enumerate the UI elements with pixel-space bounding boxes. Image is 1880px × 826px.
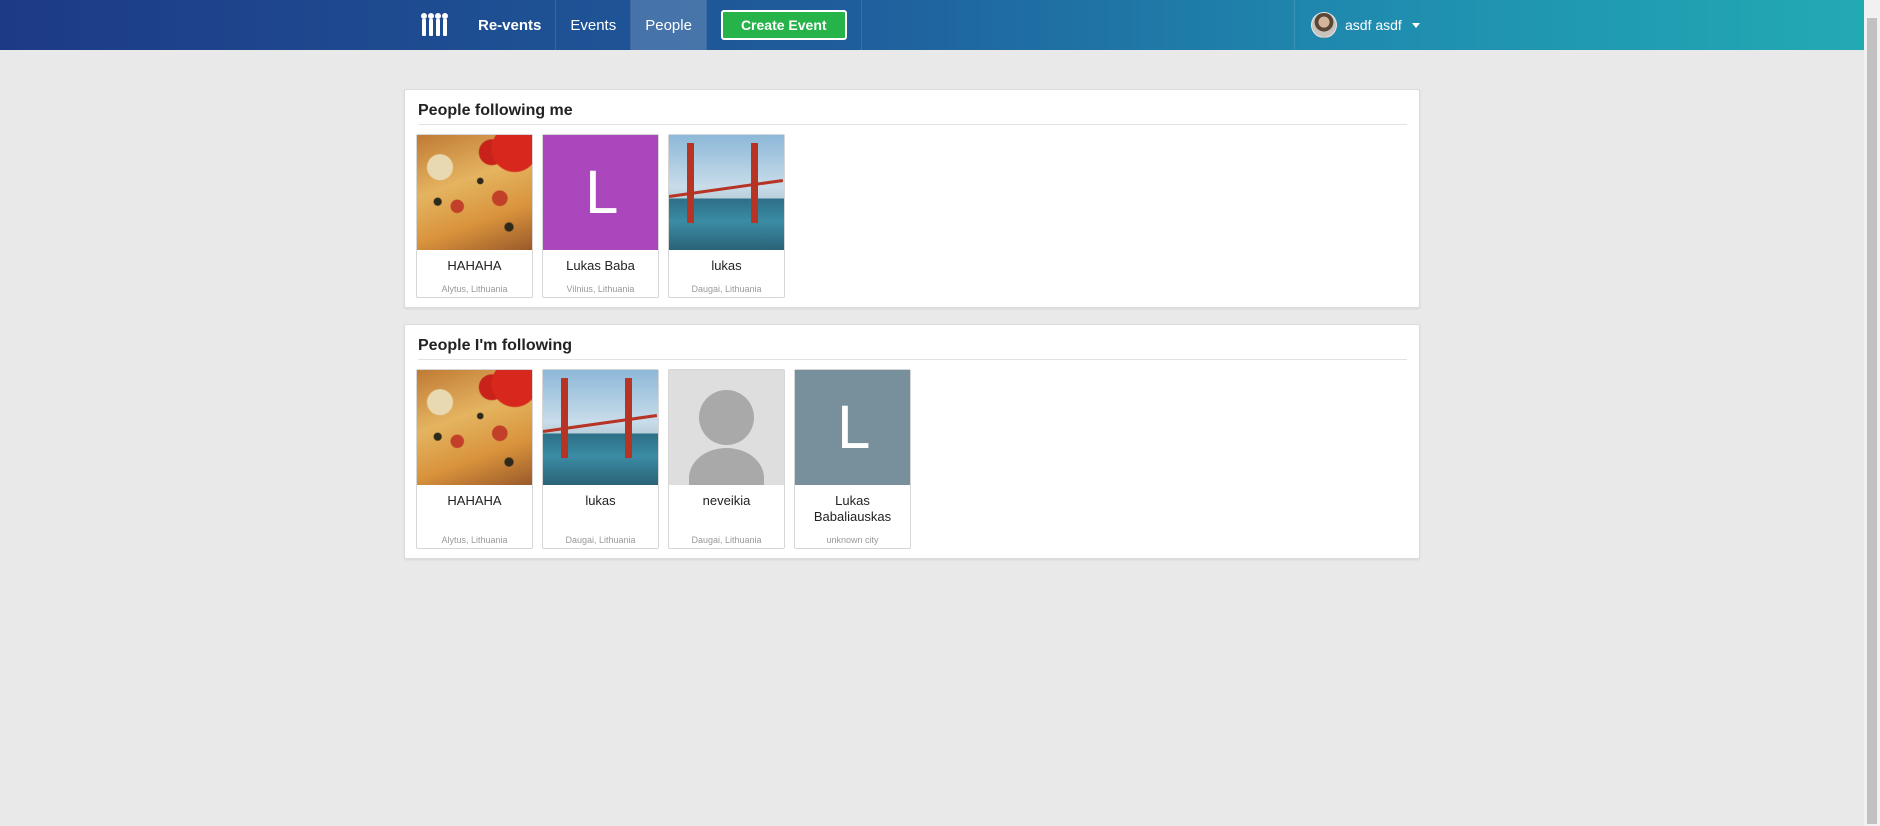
create-event-wrap: Create Event: [707, 0, 861, 50]
avatar-body: [689, 448, 764, 485]
following-title: People I'm following: [418, 337, 1407, 360]
user-menu[interactable]: asdf asdf: [1294, 0, 1436, 50]
following-list: HAHAHA Alytus, Lithuania lukas Daugai, Lith…: [416, 369, 1419, 549]
following-panel: People I'm following HAHAHA Alytus, Lithu…: [404, 324, 1420, 559]
followers-panel: People following me HAHAHA Alytus, Lithua…: [404, 89, 1420, 308]
person-name: lukas: [711, 258, 742, 273]
person-card[interactable]: HAHAHA Alytus, Lithuania: [416, 369, 533, 549]
profile-photo-bridge: [669, 135, 784, 250]
letter-avatar: L: [795, 370, 910, 485]
top-navbar: Re-vents Events People Create Event asdf…: [0, 0, 1864, 50]
person-location: Vilnius, Lithuania: [566, 284, 635, 294]
letter-avatar: L: [543, 135, 658, 250]
person-name: neveikia: [702, 493, 751, 508]
nav-people[interactable]: People: [631, 0, 706, 50]
scrollbar-thumb[interactable]: [1867, 18, 1877, 824]
person-name: Lukas Babaliauskas: [813, 493, 892, 524]
default-avatar-icon: [669, 370, 784, 485]
caret-down-icon: [1411, 22, 1420, 28]
person-name: Lukas Baba: [566, 258, 635, 273]
person-location: unknown city: [826, 535, 879, 545]
avatar-head: [699, 390, 754, 445]
nav-menu: Re-vents Events People Create Event: [404, 0, 862, 50]
nav-events[interactable]: Events: [556, 0, 630, 50]
person-card[interactable]: lukas Daugai, Lithuania: [542, 369, 659, 549]
person-location: Daugai, Lithuania: [691, 284, 762, 294]
avatar: [1311, 12, 1337, 38]
people-logo-icon[interactable]: [404, 0, 464, 50]
person-name: HAHAHA: [447, 258, 502, 273]
create-event-button[interactable]: Create Event: [720, 10, 847, 40]
person-card[interactable]: neveikia Daugai, Lithuania: [668, 369, 785, 549]
nav-divider: [860, 0, 862, 50]
bridge-tower: [561, 378, 568, 458]
person-card[interactable]: L Lukas Babaliauskas unknown city: [794, 369, 911, 549]
followers-title: People following me: [418, 102, 1407, 125]
person-card[interactable]: lukas Daugai, Lithuania: [668, 134, 785, 298]
person-name: lukas: [585, 493, 616, 508]
person-location: Daugai, Lithuania: [565, 535, 636, 545]
scrollbar[interactable]: [1864, 0, 1880, 826]
person-name: HAHAHA: [447, 493, 502, 508]
followers-list: HAHAHA Alytus, Lithuania L Lukas Baba Vilniu…: [416, 134, 1419, 298]
profile-photo-pizza: [417, 370, 532, 485]
person-location: Alytus, Lithuania: [441, 535, 508, 545]
brand-link[interactable]: Re-vents: [464, 0, 555, 50]
person-location: Alytus, Lithuania: [441, 284, 508, 294]
user-name: asdf asdf: [1345, 17, 1402, 33]
person-location: Daugai, Lithuania: [691, 535, 762, 545]
person-card[interactable]: HAHAHA Alytus, Lithuania: [416, 134, 533, 298]
profile-photo-bridge: [543, 370, 658, 485]
bridge-tower: [687, 143, 694, 223]
profile-photo-pizza: [417, 135, 532, 250]
person-card[interactable]: L Lukas Baba Vilnius, Lithuania: [542, 134, 659, 298]
